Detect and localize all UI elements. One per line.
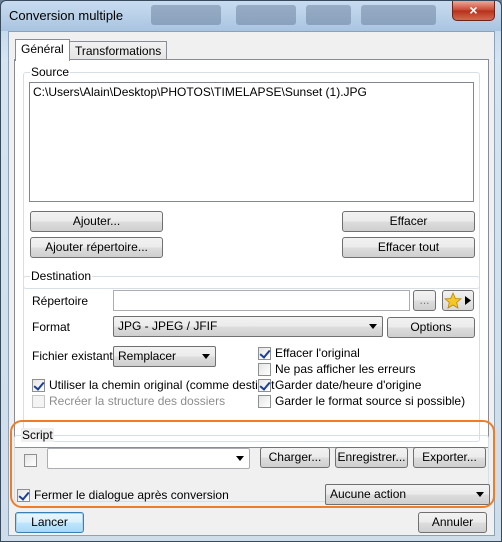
tab-panel-general: Source C:\Users\Alain\Desktop\PHOTOS\TIM…	[14, 59, 489, 448]
format-select[interactable]: JPG - JPEG / JFIF	[113, 316, 383, 337]
chevron-down-icon	[202, 354, 210, 359]
checkbox-box[interactable]	[258, 346, 271, 360]
use-original-path-label: Utiliser la chemin original (comme desti…	[49, 378, 275, 392]
browse-button[interactable]: ...	[413, 290, 436, 311]
dialog-window: Conversion multiple × Général Transforma…	[0, 0, 502, 542]
add-directory-label: Ajouter répertoire...	[45, 240, 148, 254]
existing-file-value: Remplacer	[118, 349, 177, 363]
checkbox-box[interactable]	[32, 394, 45, 408]
favorites-button[interactable]	[442, 290, 474, 311]
title-bar[interactable]: Conversion multiple ×	[1, 1, 501, 31]
recreate-structure-checkbox[interactable]: Recréer la structure des dossiers	[32, 394, 225, 408]
keep-format-checkbox[interactable]: Garder le format source si possible)	[258, 394, 465, 408]
highlight-annotation	[10, 420, 495, 508]
recreate-structure-label: Recréer la structure des dossiers	[49, 394, 226, 408]
use-original-path-checkbox[interactable]: Utiliser la chemin original (comme desti…	[32, 378, 274, 392]
background-blur	[151, 5, 221, 25]
background-blur	[236, 5, 296, 25]
delete-original-checkbox[interactable]: Effacer l'original	[258, 346, 360, 360]
hide-errors-checkbox[interactable]: Ne pas afficher les erreurs	[258, 362, 416, 376]
clear-label: Effacer	[389, 214, 428, 228]
keep-date-checkbox[interactable]: Garder date/heure d'origine	[258, 378, 421, 392]
background-blur	[361, 5, 436, 25]
format-select-value: JPG - JPEG / JFIF	[118, 319, 218, 333]
existing-file-label: Fichier existant	[32, 349, 113, 363]
existing-file-select[interactable]: Remplacer	[113, 346, 216, 367]
checkbox-box[interactable]	[258, 394, 271, 408]
add-directory-button[interactable]: Ajouter répertoire...	[30, 237, 163, 258]
add-file-button[interactable]: Ajouter...	[30, 211, 163, 232]
window-title: Conversion multiple	[9, 8, 124, 23]
add-file-label: Ajouter...	[72, 214, 121, 228]
options-button[interactable]: Options	[387, 317, 475, 338]
delete-original-label: Effacer l'original	[275, 346, 360, 360]
keep-format-label: Garder le format source si possible)	[275, 394, 466, 408]
background-blur	[306, 5, 351, 25]
clear-all-button[interactable]: Effacer tout	[342, 237, 475, 258]
run-button[interactable]: Lancer	[15, 512, 84, 533]
close-button[interactable]: ×	[452, 1, 495, 21]
source-file-list[interactable]: C:\Users\Alain\Desktop\PHOTOS\TIMELAPSE\…	[29, 82, 474, 202]
source-group-label: Source	[30, 65, 71, 79]
chevron-down-icon	[369, 324, 377, 329]
cancel-button[interactable]: Annuler	[418, 512, 487, 533]
browse-label: ...	[419, 293, 430, 307]
clear-all-label: Effacer tout	[377, 240, 440, 254]
star-icon	[443, 291, 471, 309]
format-label: Format	[32, 320, 71, 334]
directory-input[interactable]	[113, 290, 410, 311]
destination-group-label: Destination	[30, 269, 93, 283]
checkbox-box[interactable]	[258, 362, 271, 376]
options-label: Options	[410, 320, 452, 334]
tab-transformations[interactable]: Transformations	[69, 41, 168, 61]
checkbox-box[interactable]	[32, 378, 45, 392]
keep-date-label: Garder date/heure d'origine	[275, 378, 422, 392]
hide-errors-label: Ne pas afficher les erreurs	[275, 362, 416, 376]
directory-label: Répertoire	[32, 294, 89, 308]
checkbox-box[interactable]	[258, 378, 271, 392]
tab-general[interactable]: Général	[15, 39, 70, 61]
clear-button[interactable]: Effacer	[342, 211, 475, 232]
list-item[interactable]: C:\Users\Alain\Desktop\PHOTOS\TIMELAPSE\…	[33, 85, 470, 99]
cancel-label: Annuler	[431, 515, 474, 529]
close-icon: ×	[469, 2, 478, 18]
tab-label: Transformations	[75, 44, 162, 58]
tab-label: Général	[21, 42, 64, 56]
run-label: Lancer	[31, 515, 68, 529]
